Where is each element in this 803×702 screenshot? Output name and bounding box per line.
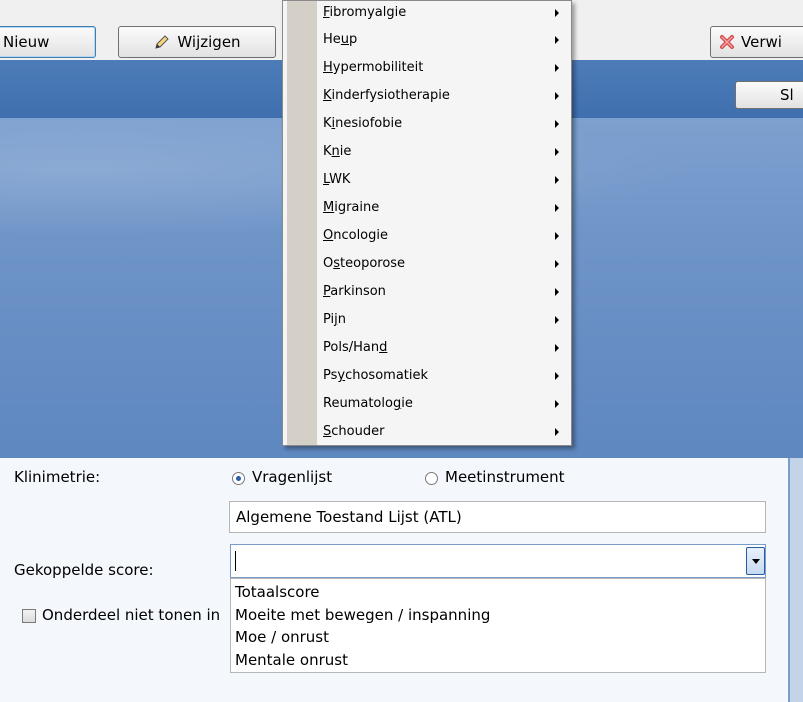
menu-item[interactable]: Fibromyalgie [283,0,571,26]
menu-item-label: LWK [323,172,351,187]
gekoppelde-score-label: Gekoppelde score: [14,561,154,579]
radio-meetinstrument-label[interactable]: Meetinstrument [445,468,565,486]
submenu-arrow-icon [555,36,559,44]
submenu-arrow-icon [555,260,559,268]
submenu-arrow-icon [555,232,559,240]
menu-item-label: Knie [323,144,352,159]
menu-item-label: Parkinson [323,284,386,299]
submenu-arrow-icon [555,372,559,380]
submenu-arrow-icon [555,428,559,436]
menu-item-label: Pijn [323,312,347,327]
submenu-arrow-icon [555,204,559,212]
menu-item-label: Pols/Hand [323,340,388,355]
submenu-arrow-icon [555,148,559,156]
menu-item-label: Reumatologie [323,396,413,411]
menu-item[interactable]: Reumatologie [283,390,571,417]
close-button-label: Sl [780,86,794,104]
edit-button-label: Wijzigen [177,33,241,51]
submenu-arrow-icon [555,344,559,352]
submenu-arrow-icon [555,64,559,72]
submenu-arrow-icon [555,120,559,128]
menu-item[interactable]: Osteoporose [283,250,571,277]
delete-x-icon [720,35,734,49]
menu-item-label: Migraine [323,200,380,215]
list-item-mentale-onrust[interactable]: Mentale onrust [235,650,348,670]
text-caret [235,551,236,571]
gekoppelde-score-combobox[interactable] [230,544,766,578]
menu-item[interactable]: LWK [283,166,571,193]
menu-item[interactable]: Schouder [283,418,571,445]
close-button[interactable]: Sl [735,81,803,109]
delete-button-label: Verwi [741,33,782,51]
menu-item[interactable]: Kinderfysiotherapie [283,82,571,109]
list-item-moe-onrust[interactable]: Moe / onrust [235,627,329,647]
menu-item[interactable]: Kinesiofobie [283,110,571,137]
submenu-arrow-icon [555,9,559,17]
delete-button[interactable]: Verwi [710,26,803,58]
category-submenu: Fibromyalgie Heup Hypermobiliteit Kinderfys… [282,0,572,446]
submenu-arrow-icon [555,400,559,408]
submenu-arrow-icon [555,176,559,184]
menu-item[interactable]: Oncologie [283,222,571,249]
hide-section-checkbox[interactable] [22,609,36,623]
list-item-totaalscore[interactable]: Totaalscore [235,582,320,602]
menu-item[interactable]: Heup [283,26,571,53]
menu-item-label: Kinesiofobie [323,116,403,131]
menu-item-label: Kinderfysiotherapie [323,88,450,103]
questionnaire-value: Algemene Toestand Lijst (ATL) [236,508,462,526]
new-button[interactable]: Nieuw [0,26,96,58]
submenu-arrow-icon [555,288,559,296]
radio-vragenlijst-label[interactable]: Vragenlijst [252,468,332,486]
menu-item[interactable]: Pols/Hand [283,334,571,361]
chevron-down-icon[interactable] [746,547,765,575]
menu-item[interactable]: Pijn [283,306,571,333]
form-side-panel [790,458,803,702]
menu-item[interactable]: Hypermobiliteit [283,54,571,81]
radio-vragenlijst[interactable] [232,472,245,485]
menu-item-label: Schouder [323,424,385,439]
menu-item-label: Heup [323,32,358,47]
submenu-arrow-icon [555,92,559,100]
new-button-label: Nieuw [3,33,50,51]
edit-button[interactable]: Wijzigen [118,26,276,58]
klinimetrie-label: Klinimetrie: [14,468,101,486]
menu-item-label: Hypermobiliteit [323,60,424,75]
menu-item-label: Psychosomatiek [323,368,429,383]
menu-item-label: Fibromyalgie [323,5,407,20]
score-dropdown-list: Totaalscore Moeite met bewegen / inspann… [230,578,766,673]
menu-item[interactable]: Psychosomatiek [283,362,571,389]
hide-section-label-text: Onderdeel niet tonen in [42,606,221,624]
list-item-moeite[interactable]: Moeite met bewegen / inspanning [235,605,490,625]
hide-section-label: Onderdeel niet tonen in [42,606,230,624]
menu-item-label: Oncologie [323,228,389,243]
submenu-arrow-icon [555,316,559,324]
questionnaire-field[interactable]: Algemene Toestand Lijst (ATL) [229,501,766,533]
pencil-icon [155,35,170,49]
menu-item[interactable]: Migraine [283,194,571,221]
menu-item[interactable]: Parkinson [283,278,571,305]
radio-meetinstrument[interactable] [425,472,438,485]
menu-item[interactable]: Knie [283,138,571,165]
menu-item-label: Osteoporose [323,256,406,271]
